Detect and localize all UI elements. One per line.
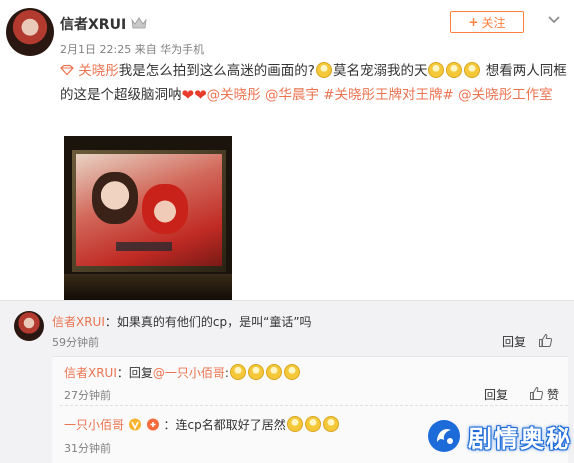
divider [0,300,574,301]
reply-reply-button[interactable]: 回复 [484,386,508,403]
plus-icon: + [468,15,479,29]
post-text: 关晓彤我是怎么拍到这么高迷的画面的? 莫名宠溺我的天 想看两人同框的这是个超级脑洞… [60,59,568,107]
topic-link[interactable]: 关晓彤 [78,63,119,79]
post-text-1: 我是怎么拍到这么高迷的画面的? [118,63,315,79]
thumbs-up-icon[interactable] [529,386,544,401]
laugh-cry-emoji-icon [229,364,246,380]
heart-icon: ❤ [181,86,195,104]
heart-icon: ❤ [194,86,207,104]
chevron-down-icon[interactable] [546,12,562,28]
laugh-cry-emoji-icon [286,416,303,432]
mention-link[interactable]: @关晓彤工作室 [458,87,553,103]
thumbs-up-icon[interactable] [538,333,553,348]
reply-author[interactable]: 信者XRUI [64,366,117,380]
reply-author[interactable]: 一只小佰哥 [64,418,124,432]
comment-author[interactable]: 信者XRUI [52,315,105,329]
photo-floor [64,274,232,300]
laugh-cry-emoji-icon [304,416,321,432]
reply-text: ：连cp名都取好了居然 [163,418,286,432]
comment: 信者XRUI：如果真的有他们的cp，是叫“童话”吗 [52,313,312,330]
watermark-text: 剧情奥秘 [468,424,572,453]
mention-link[interactable]: @华晨宇 [265,87,319,103]
vip-badge-icon [128,418,141,431]
laugh-cry-emoji-icon [322,416,339,432]
follow-label: 关注 [481,15,506,30]
comment-time: 59分钟前 [52,336,99,349]
laugh-cry-emoji-icon [464,62,481,78]
hashtag-link[interactable]: #关晓彤王牌对王牌# [323,87,454,103]
author-name[interactable]: 信者XRUI [60,14,126,34]
reply-time: 31分钟前 [64,442,111,455]
watermark: 剧情奥秘 [426,415,572,457]
fan-badge-icon [146,418,159,431]
commenter-avatar[interactable] [14,311,44,341]
laugh-cry-emoji-icon [283,364,300,380]
laugh-cry-emoji-icon [446,62,463,78]
divider [60,405,568,406]
person-figure [142,184,188,234]
reply-target-link[interactable]: @一只小佰哥 [153,366,225,380]
comment-text: ：如果真的有他们的cp，是叫“童话”吗 [104,315,312,329]
post-meta: 2月1日 22:25 来自 华为手机 [60,43,205,56]
like-label[interactable]: 赞 [547,386,559,403]
follow-button[interactable]: + 关注 [450,11,524,33]
reply-time: 27分钟前 [64,389,111,402]
reply-prefix: ：回复 [116,366,153,380]
author-avatar[interactable] [6,8,54,56]
reply-item: 信者XRUI：回复@一只小佰哥: [64,364,301,381]
tv-caption-bar [116,242,172,251]
super-topic-icon [60,65,74,75]
laugh-cry-emoji-icon [247,364,264,380]
mention-link[interactable]: @关晓彤 [207,87,261,103]
person-figure [92,172,138,224]
watermark-logo-icon [428,420,460,452]
member-crown-icon [131,17,147,29]
laugh-cry-emoji-icon [315,62,332,78]
post-photo[interactable] [64,136,232,300]
comment-reply-button[interactable]: 回复 [502,333,526,350]
post-text-2: 莫名宠溺我的天 [332,63,428,79]
reply-text: : [224,366,229,380]
shy-emoji-icon [428,62,445,78]
reply-item: 一只小佰哥 ：连cp名都取好了居然 [64,416,340,433]
laugh-cry-emoji-icon [265,364,282,380]
